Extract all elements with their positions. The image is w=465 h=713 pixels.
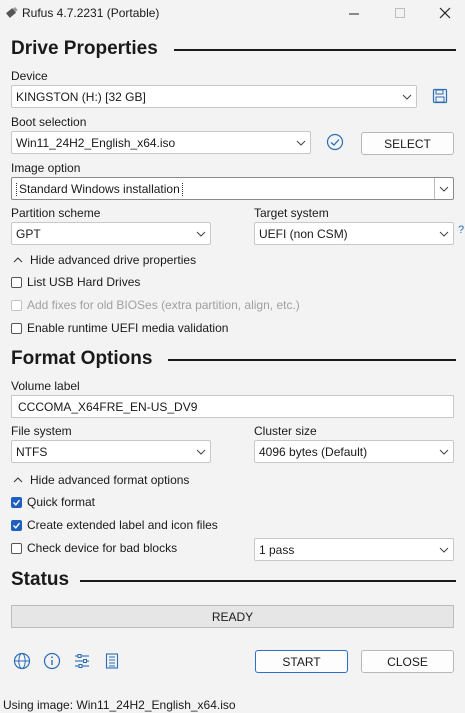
checkmark-icon [13,522,21,529]
window-title: Rufus 4.7.2231 (Portable) [22,6,160,20]
hide-advanced-format-toggle[interactable]: Hide advanced format options [13,473,189,487]
bad-blocks-checkbox-row[interactable]: Check device for bad blocks [11,541,177,555]
image-option-value: Standard Windows installation [16,181,434,196]
target-system-select[interactable]: UEFI (non CSM) [254,222,454,245]
maximize-button [377,0,423,26]
close-icon [439,7,451,19]
start-button[interactable]: START [255,650,348,673]
volume-label-label: Volume label [11,379,80,393]
maximize-icon [394,7,405,18]
minimize-icon [348,13,359,14]
file-system-value: NTFS [16,444,48,459]
chevron-down-icon [435,231,453,237]
checkmark-icon [13,499,21,506]
fixes-bios-checkbox-row: Add fixes for old BIOSes (extra partitio… [11,298,300,312]
volume-label-input[interactable]: CCCOMA_X64FRE_EN-US_DV9 [11,395,454,418]
uefi-validation-checkbox-row[interactable]: Enable runtime UEFI media validation [11,321,228,335]
bad-blocks-checkbox[interactable] [11,542,22,554]
boot-selection-label: Boot selection [11,115,87,129]
partition-scheme-value: GPT [16,226,41,241]
chevron-down-icon [435,547,453,553]
format-options-heading: Format Options [11,348,153,369]
section-divider [174,49,456,51]
select-button[interactable]: SELECT [361,132,454,155]
log-button[interactable] [102,651,122,671]
quick-format-checkbox[interactable] [11,496,22,508]
passes-value: 1 pass [259,542,295,557]
file-system-label: File system [11,424,72,438]
chevron-down-icon [292,140,310,146]
hide-advanced-drive-toggle[interactable]: Hide advanced drive properties [13,253,196,267]
list-usb-checkbox-row[interactable]: List USB Hard Drives [11,275,140,289]
chevron-down-icon [192,449,210,455]
chevron-down-icon [192,231,210,237]
boot-selection-select[interactable]: Win11_24H2_English_x64.iso [11,131,311,154]
extended-label-label: Create extended label and icon files [27,518,218,532]
language-button[interactable] [12,651,32,671]
chevron-down-icon [398,94,416,100]
partition-scheme-select[interactable]: GPT [11,222,211,245]
progress-text: READY [211,609,254,624]
drive-properties-heading: Drive Properties [11,38,158,59]
quick-format-label: Quick format [27,495,96,509]
quick-format-checkbox-row[interactable]: Quick format [11,495,95,509]
passes-select[interactable]: 1 pass [254,538,454,561]
save-drive-button[interactable] [430,86,450,106]
status-bar-text: Using image: Win11_24H2_English_x64.iso [3,698,236,712]
settings-button[interactable] [72,651,92,671]
hide-advanced-format-label: Hide advanced format options [30,473,190,487]
floppy-disk-icon [432,88,448,104]
image-option-select[interactable]: Standard Windows installation [11,177,454,200]
extended-label-checkbox[interactable] [11,519,22,531]
section-divider [168,359,456,361]
close-button[interactable]: CLOSE [361,650,454,673]
file-system-select[interactable]: NTFS [11,440,211,463]
cluster-size-value: 4096 bytes (Default) [259,444,368,459]
extended-label-checkbox-row[interactable]: Create extended label and icon files [11,518,218,532]
boot-selection-value: Win11_24H2_English_x64.iso [16,135,176,150]
info-icon [43,652,61,670]
chevron-up-icon [13,477,23,483]
cluster-size-select[interactable]: 4096 bytes (Default) [254,440,454,463]
help-link[interactable]: ? [458,224,464,236]
image-option-label: Image option [11,161,81,175]
close-window-button[interactable] [422,0,465,26]
hide-advanced-drive-label: Hide advanced drive properties [30,253,197,267]
status-heading: Status [11,569,70,590]
list-usb-label: List USB Hard Drives [27,275,141,289]
usb-drive-icon [6,6,18,18]
log-icon [105,653,119,669]
section-divider [80,580,456,582]
minimize-button[interactable] [331,0,377,26]
image-option-text: Standard Windows installation [16,181,183,196]
check-circle-icon [326,133,344,151]
globe-icon [13,652,31,670]
about-button[interactable] [42,651,62,671]
fixes-bios-label: Add fixes for old BIOSes (extra partitio… [27,298,300,312]
device-label: Device [11,69,48,83]
chevron-down-icon [435,449,453,455]
sliders-icon [75,654,89,668]
partition-scheme-label: Partition scheme [11,206,101,220]
bad-blocks-label: Check device for bad blocks [27,541,178,555]
target-system-label: Target system [254,206,329,220]
device-value: KINGSTON (H:) [32 GB] [16,89,146,104]
verify-button[interactable] [325,132,345,152]
uefi-validation-label: Enable runtime UEFI media validation [27,321,229,335]
chevron-down-icon [434,178,453,199]
target-system-value: UEFI (non CSM) [259,226,348,241]
device-select[interactable]: KINGSTON (H:) [32 GB] [11,85,417,108]
uefi-validation-checkbox[interactable] [11,322,22,334]
progress-bar: READY [11,605,454,628]
fixes-bios-checkbox [11,299,22,311]
list-usb-checkbox[interactable] [11,276,22,288]
chevron-up-icon [13,257,23,263]
cluster-size-label: Cluster size [254,424,317,438]
